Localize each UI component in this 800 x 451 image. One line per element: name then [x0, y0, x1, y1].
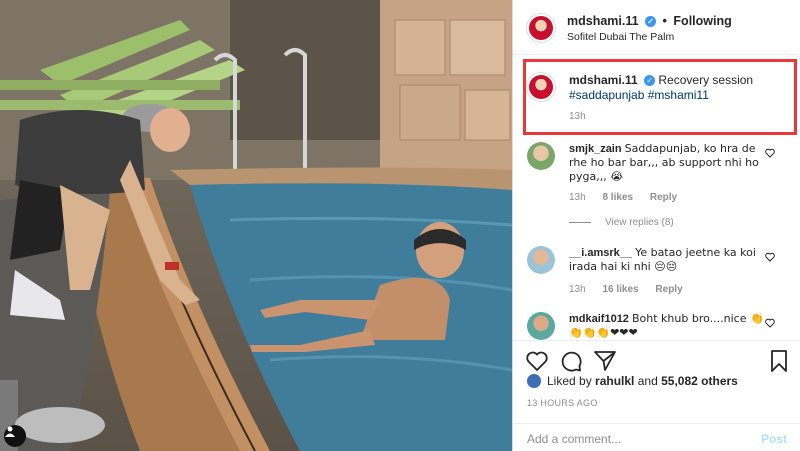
likes-others[interactable]: 55,082 others: [661, 374, 738, 388]
post-button[interactable]: Post: [761, 432, 787, 446]
verified-badge-icon: ✓: [644, 75, 656, 86]
verified-badge-icon: ✓: [645, 16, 657, 27]
caption-time: 13h: [569, 111, 586, 122]
commenter-avatar[interactable]: [527, 246, 555, 274]
comment-input[interactable]: Add a comment...: [527, 432, 621, 446]
likes-summary: Liked by rahulkl and 55,082 others: [527, 374, 738, 388]
post-details-panel: mdshami.11 ✓ • Following Sofitel Dubai T…: [512, 0, 800, 451]
caption-username[interactable]: mdshami.11: [569, 73, 638, 87]
following-button[interactable]: Following: [673, 14, 731, 28]
post-photo: [0, 0, 512, 451]
author-username[interactable]: mdshami.11: [567, 14, 639, 28]
share-icon[interactable]: [593, 349, 617, 373]
comment-icon[interactable]: [559, 349, 583, 373]
heart-icon[interactable]: [765, 148, 775, 158]
caption-avatar[interactable]: [527, 73, 555, 101]
heart-icon[interactable]: [765, 252, 775, 262]
comment-time: 13h: [569, 192, 586, 203]
comment-likes[interactable]: 16 likes: [602, 284, 638, 295]
commenter-username[interactable]: smjk_zain: [569, 143, 622, 155]
commenter-username[interactable]: mdkaif1012: [569, 313, 629, 325]
action-bar: [513, 340, 800, 378]
liker-username[interactable]: rahulkl: [595, 374, 634, 388]
reply-button[interactable]: Reply: [650, 192, 677, 203]
pool-scene-image: [0, 0, 512, 451]
post-caption: mdshami.11 ✓ Recovery session #saddapunj…: [513, 57, 800, 137]
separator: •: [662, 14, 667, 28]
heart-icon[interactable]: [525, 349, 549, 373]
reply-button[interactable]: Reply: [655, 284, 682, 295]
view-replies-button[interactable]: View replies (8): [569, 217, 674, 228]
profile-icon[interactable]: [4, 425, 26, 447]
heart-icon[interactable]: [765, 318, 775, 328]
location-link[interactable]: Sofitel Dubai The Palm: [567, 31, 674, 43]
post-header: mdshami.11 ✓ • Following Sofitel Dubai T…: [513, 0, 800, 55]
post-timestamp: 13 HOURS AGO: [527, 398, 598, 408]
add-comment-bar: Add a comment... Post: [513, 423, 800, 451]
commenter-username[interactable]: __i.amsrk__: [569, 247, 632, 259]
bookmark-icon[interactable]: [767, 349, 791, 373]
liker-avatar[interactable]: [527, 374, 541, 388]
caption-hashtags[interactable]: #saddapunjab #mshami11: [569, 88, 709, 102]
comment-time: 13h: [569, 284, 586, 295]
comment-likes[interactable]: 8 likes: [602, 192, 633, 203]
likes-suffix: and: [637, 374, 658, 388]
author-avatar[interactable]: [527, 14, 555, 42]
likes-prefix: Liked by: [547, 374, 592, 388]
commenter-avatar[interactable]: [527, 312, 555, 340]
commenter-avatar[interactable]: [527, 142, 555, 170]
caption-text: Recovery session: [658, 73, 754, 87]
